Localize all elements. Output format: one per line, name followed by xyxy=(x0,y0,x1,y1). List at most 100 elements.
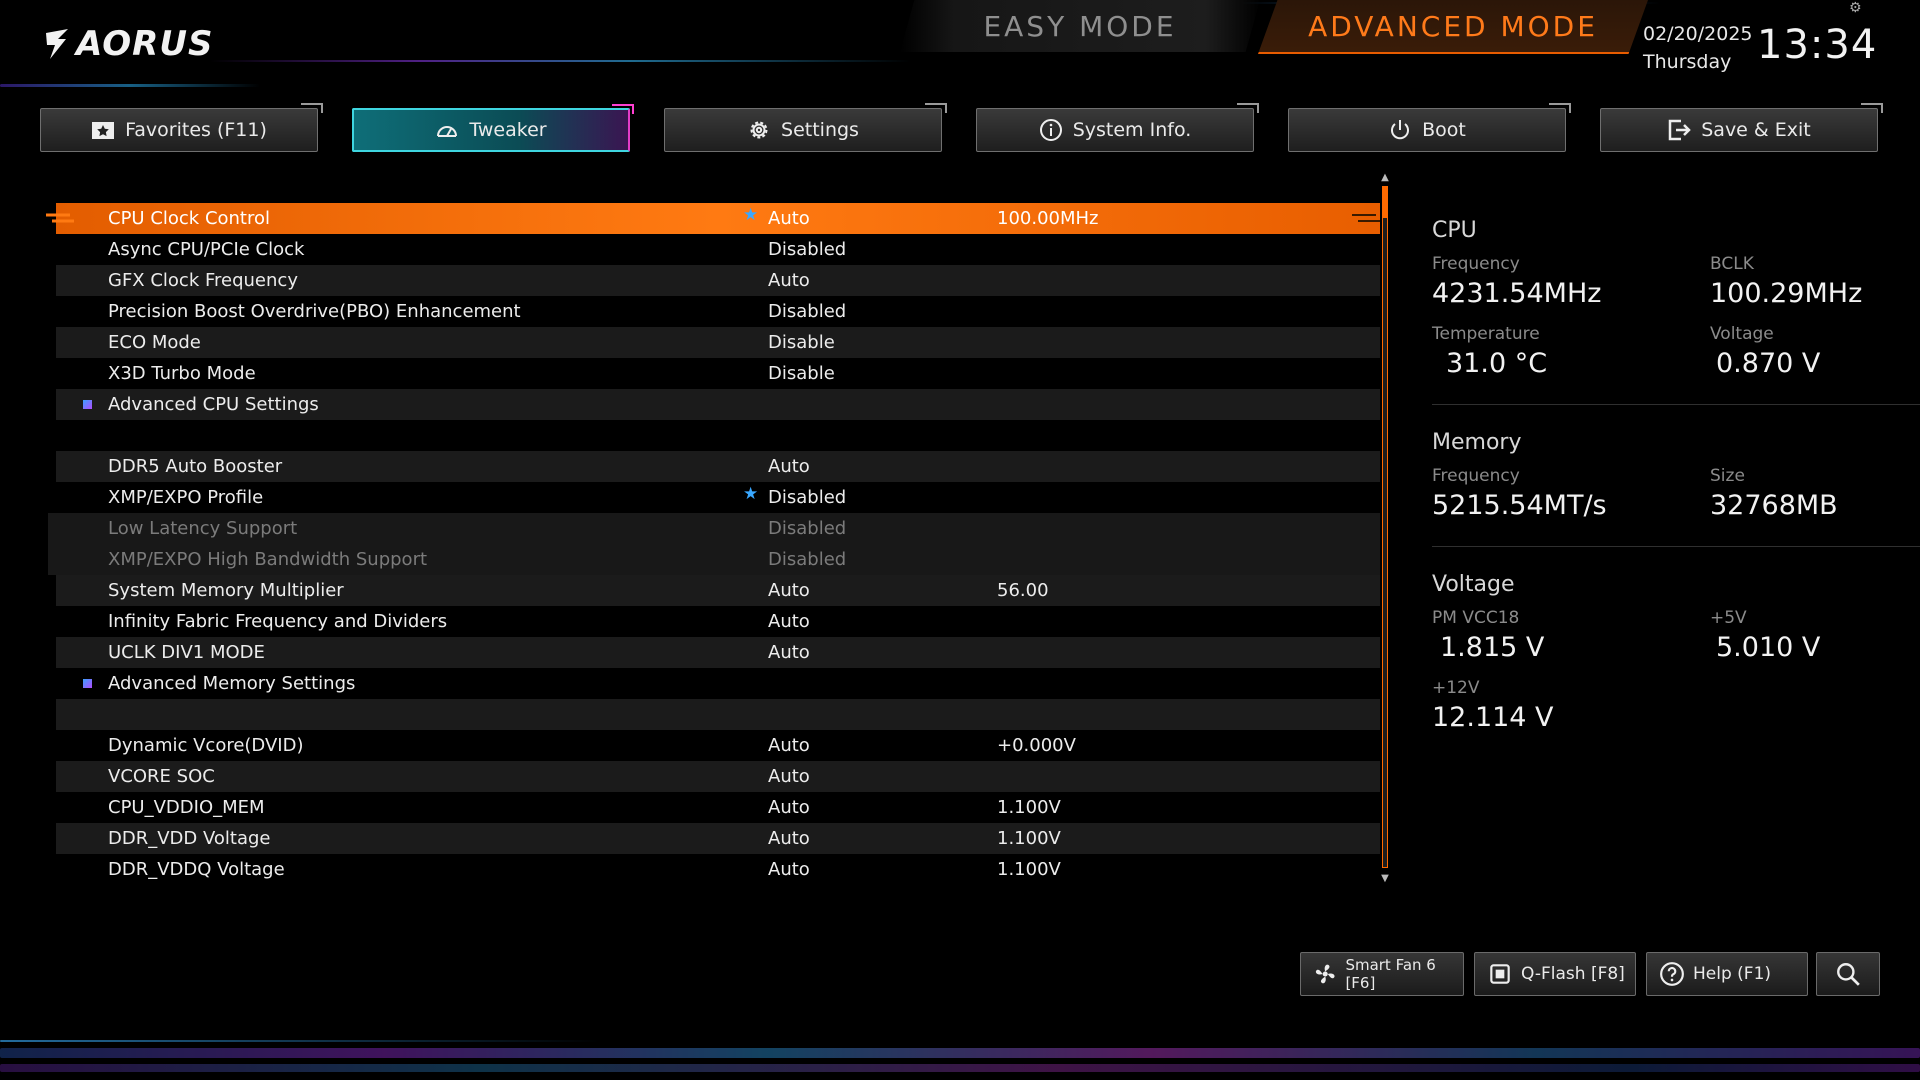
setting-row-uclk-div1-mode[interactable]: UCLK DIV1 MODE Auto xyxy=(56,637,1380,668)
pm-vcc18-label: PM VCC18 xyxy=(1432,608,1520,628)
setting-row-dynamic-vcore[interactable]: Dynamic Vcore(DVID) Auto +0.000V xyxy=(56,730,1380,761)
setting-row-vcore-soc[interactable]: VCORE SOC Auto xyxy=(56,761,1380,792)
setting-value[interactable]: Auto xyxy=(768,642,810,663)
pm-vcc18-value: 1.815 V xyxy=(1440,632,1545,663)
memory-frequency-value: 5215.54MT/s xyxy=(1432,490,1607,521)
tab-label: Favorites (F11) xyxy=(125,119,267,141)
setting-label: Dynamic Vcore(DVID) xyxy=(108,735,304,756)
tab-settings[interactable]: Settings xyxy=(664,103,947,152)
setting-row-low-latency-support: Low Latency Support Disabled xyxy=(48,513,1380,544)
setting-current-value: 56.00 xyxy=(997,580,1049,601)
gear-icon[interactable]: ⚙ xyxy=(1849,0,1865,16)
tab-favorites[interactable]: Favorites (F11) xyxy=(40,103,323,152)
smart-fan-button[interactable]: Smart Fan 6 [F6] xyxy=(1300,952,1464,996)
decor-streak xyxy=(0,1048,1920,1058)
setting-value[interactable]: Auto xyxy=(768,611,810,632)
tab-label: Boot xyxy=(1422,119,1466,141)
scrollbar-thumb[interactable] xyxy=(1382,186,1388,218)
setting-value[interactable]: Auto xyxy=(768,270,810,291)
advanced-mode-button[interactable]: ADVANCED MODE xyxy=(1258,0,1648,54)
q-flash-button[interactable]: Q-Flash [F8] xyxy=(1474,952,1636,996)
setting-row-ddr-vddq-voltage[interactable]: DDR_VDDQ Voltage Auto 1.100V xyxy=(56,854,1380,885)
submenu-advanced-memory-settings[interactable]: Advanced Memory Settings xyxy=(56,668,1380,699)
setting-label: GFX Clock Frequency xyxy=(108,270,298,291)
setting-label: XMP/EXPO High Bandwidth Support xyxy=(108,549,428,570)
scroll-up-arrow-icon[interactable]: ▲ xyxy=(1379,173,1391,183)
setting-row-pbo-enhancement[interactable]: Precision Boost Overdrive(PBO) Enhanceme… xyxy=(56,296,1380,327)
cpu-temperature-value: 31.0 °C xyxy=(1446,348,1548,379)
setting-row-async-cpu-pcie-clock[interactable]: Async CPU/PCIe Clock Disabled xyxy=(56,234,1380,265)
setting-row-eco-mode[interactable]: ECO Mode Disable xyxy=(56,327,1380,358)
setting-value[interactable]: Disabled xyxy=(768,239,846,260)
favorite-star-icon[interactable]: ★ xyxy=(743,484,758,504)
decor-streak xyxy=(0,1040,600,1042)
decor-streak xyxy=(210,60,910,62)
bclk-value: 100.29MHz xyxy=(1710,278,1863,309)
help-button[interactable]: Help (F1) xyxy=(1646,952,1808,996)
spacer-row xyxy=(56,420,1380,451)
memory-size-label: Size xyxy=(1710,466,1745,486)
easy-mode-button[interactable]: EASY MODE xyxy=(900,0,1260,52)
tab-system-info[interactable]: System Info. xyxy=(976,103,1259,152)
search-icon xyxy=(1837,963,1860,986)
voltage-section-title: Voltage xyxy=(1432,572,1515,597)
clock: 13:34 xyxy=(1757,22,1878,68)
help-icon xyxy=(1660,962,1684,986)
setting-row-cpu-clock-control[interactable]: CPU Clock Control ★ Auto 100.00MHz xyxy=(46,203,1380,234)
setting-value[interactable]: Auto xyxy=(768,797,810,818)
setting-row-ddr-vdd-voltage[interactable]: DDR_VDD Voltage Auto 1.100V xyxy=(56,823,1380,854)
gear-icon xyxy=(750,121,768,139)
setting-row-x3d-turbo-mode[interactable]: X3D Turbo Mode Disable xyxy=(56,358,1380,389)
setting-row-xmp-expo-profile[interactable]: XMP/EXPO Profile ★ Disabled xyxy=(56,482,1380,513)
setting-label: Low Latency Support xyxy=(108,518,298,539)
setting-value[interactable]: Disable xyxy=(768,332,835,353)
favorite-star-icon[interactable]: ★ xyxy=(743,205,758,225)
submenu-bullet-icon xyxy=(83,400,92,409)
tab-save-exit[interactable]: Save & Exit xyxy=(1600,103,1883,152)
setting-current-value: 1.100V xyxy=(997,828,1061,849)
tab-label: Settings xyxy=(781,119,859,141)
selection-marker xyxy=(46,213,74,223)
spacer-row xyxy=(56,172,1380,203)
scroll-down-arrow-icon[interactable]: ▼ xyxy=(1379,874,1391,884)
setting-row-system-memory-multiplier[interactable]: System Memory Multiplier Auto 56.00 xyxy=(56,575,1380,606)
tab-label: Tweaker xyxy=(469,119,547,141)
setting-value[interactable]: Auto xyxy=(768,580,810,601)
setting-value[interactable]: Auto xyxy=(768,859,810,880)
settings-panel: CPU Clock Control ★ Auto 100.00MHz Async… xyxy=(46,172,1380,885)
decor-streak xyxy=(0,1064,1920,1072)
day-text: Thursday xyxy=(1643,51,1732,73)
submenu-advanced-cpu-settings[interactable]: Advanced CPU Settings xyxy=(56,389,1380,420)
section-divider xyxy=(1432,546,1920,547)
scrollbar-track[interactable] xyxy=(1382,186,1388,868)
setting-value[interactable]: Auto xyxy=(768,828,810,849)
search-button[interactable] xyxy=(1816,952,1880,996)
setting-label: XMP/EXPO Profile xyxy=(108,487,264,508)
tab-tweaker[interactable]: Tweaker xyxy=(352,104,634,152)
tab-boot[interactable]: Boot xyxy=(1288,103,1571,152)
setting-current-value: 1.100V xyxy=(997,797,1061,818)
cpu-frequency-value: 4231.54MHz xyxy=(1432,278,1602,309)
setting-row-gfx-clock-frequency[interactable]: GFX Clock Frequency Auto xyxy=(56,265,1380,296)
setting-row-infinity-fabric[interactable]: Infinity Fabric Frequency and Dividers A… xyxy=(56,606,1380,637)
setting-value[interactable]: Disabled xyxy=(768,301,846,322)
setting-value[interactable]: Auto xyxy=(768,735,810,756)
setting-value[interactable]: Disable xyxy=(768,363,835,384)
q-flash-label: Q-Flash [F8] xyxy=(1521,964,1625,984)
setting-row-cpu-vddio-mem[interactable]: CPU_VDDIO_MEM Auto 1.100V xyxy=(56,792,1380,823)
setting-value[interactable]: Disabled xyxy=(768,487,846,508)
setting-label: CPU Clock Control xyxy=(108,208,271,229)
cpu-voltage-label: Voltage xyxy=(1710,324,1774,344)
setting-value[interactable]: Auto xyxy=(768,766,810,787)
12v-label: +12V xyxy=(1432,678,1480,698)
setting-row-ddr5-auto-booster[interactable]: DDR5 Auto Booster Auto xyxy=(56,451,1380,482)
setting-current-value: 1.100V xyxy=(997,859,1061,880)
setting-label: UCLK DIV1 MODE xyxy=(108,642,265,663)
tab-label: Save & Exit xyxy=(1701,119,1811,141)
setting-label: Advanced CPU Settings xyxy=(108,394,319,415)
submenu-bullet-icon xyxy=(83,679,92,688)
spacer-row xyxy=(56,699,1380,730)
setting-value[interactable]: Auto xyxy=(768,208,810,229)
info-icon xyxy=(1039,119,1062,141)
setting-value[interactable]: Auto xyxy=(768,456,810,477)
